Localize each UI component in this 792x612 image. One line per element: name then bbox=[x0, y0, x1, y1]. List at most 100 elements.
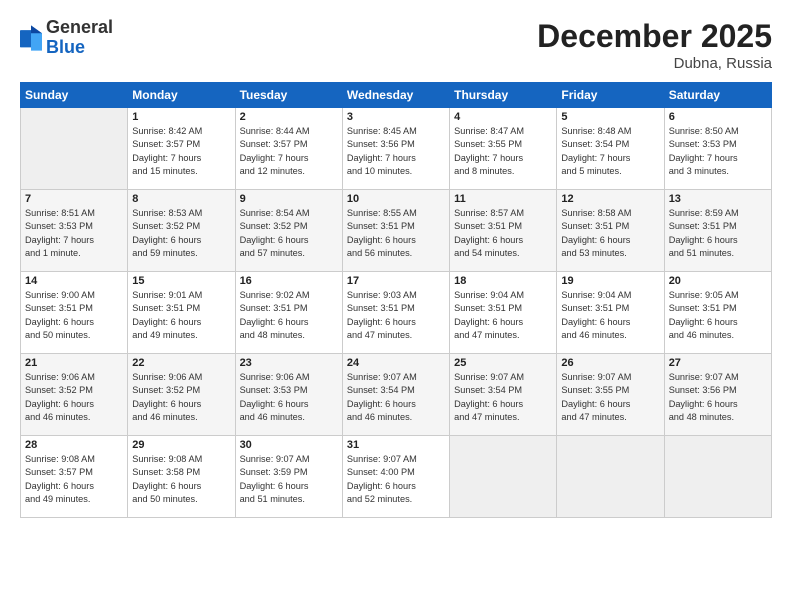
day-info: Sunrise: 9:06 AM Sunset: 3:52 PM Dayligh… bbox=[25, 371, 123, 424]
day-info: Sunrise: 9:02 AM Sunset: 3:51 PM Dayligh… bbox=[240, 289, 338, 342]
table-row bbox=[664, 436, 771, 518]
table-row: 20Sunrise: 9:05 AM Sunset: 3:51 PM Dayli… bbox=[664, 272, 771, 354]
day-info: Sunrise: 8:53 AM Sunset: 3:52 PM Dayligh… bbox=[132, 207, 230, 260]
day-number: 21 bbox=[25, 357, 123, 369]
day-number: 8 bbox=[132, 193, 230, 205]
day-info: Sunrise: 9:07 AM Sunset: 3:55 PM Dayligh… bbox=[561, 371, 659, 424]
table-row bbox=[557, 436, 664, 518]
day-number: 13 bbox=[669, 193, 767, 205]
day-number: 29 bbox=[132, 439, 230, 451]
day-number: 7 bbox=[25, 193, 123, 205]
day-info: Sunrise: 9:00 AM Sunset: 3:51 PM Dayligh… bbox=[25, 289, 123, 342]
day-info: Sunrise: 8:42 AM Sunset: 3:57 PM Dayligh… bbox=[132, 125, 230, 178]
table-row: 31Sunrise: 9:07 AM Sunset: 4:00 PM Dayli… bbox=[342, 436, 449, 518]
day-info: Sunrise: 9:07 AM Sunset: 3:54 PM Dayligh… bbox=[454, 371, 552, 424]
logo-text: General Blue bbox=[46, 18, 113, 58]
table-row: 6Sunrise: 8:50 AM Sunset: 3:53 PM Daylig… bbox=[664, 108, 771, 190]
day-number: 30 bbox=[240, 439, 338, 451]
location-subtitle: Dubna, Russia bbox=[537, 55, 772, 72]
calendar-week-2: 7 Sunrise: 8:51 AM Sunset: 3:53 PM Daylig… bbox=[21, 190, 772, 272]
day-info: Sunrise: 8:57 AM Sunset: 3:51 PM Dayligh… bbox=[454, 207, 552, 260]
logo: General Blue bbox=[20, 18, 113, 58]
calendar-week-1: 1 Sunrise: 8:42 AM Sunset: 3:57 PM Daylig… bbox=[21, 108, 772, 190]
table-row: 11 Sunrise: 8:57 AM Sunset: 3:51 PM Dayli… bbox=[450, 190, 557, 272]
title-block: December 2025 Dubna, Russia bbox=[537, 18, 772, 72]
day-number: 20 bbox=[669, 275, 767, 287]
col-wednesday: Wednesday bbox=[342, 83, 449, 108]
calendar-week-5: 28 Sunrise: 9:08 AM Sunset: 3:57 PM Dayli… bbox=[21, 436, 772, 518]
day-number: 6 bbox=[669, 111, 767, 123]
table-row: 13 Sunrise: 8:59 AM Sunset: 3:51 PM Dayli… bbox=[664, 190, 771, 272]
day-number: 19 bbox=[561, 275, 659, 287]
day-info: Sunrise: 9:07 AM Sunset: 3:59 PM Dayligh… bbox=[240, 453, 338, 506]
col-friday: Friday bbox=[557, 83, 664, 108]
day-info: Sunrise: 8:51 AM Sunset: 3:53 PM Dayligh… bbox=[25, 207, 123, 260]
table-row: 10 Sunrise: 8:55 AM Sunset: 3:51 PM Dayli… bbox=[342, 190, 449, 272]
header-row: Sunday Monday Tuesday Wednesday Thursday… bbox=[21, 83, 772, 108]
day-info: Sunrise: 9:07 AM Sunset: 4:00 PM Dayligh… bbox=[347, 453, 445, 506]
table-row: 15Sunrise: 9:01 AM Sunset: 3:51 PM Dayli… bbox=[128, 272, 235, 354]
day-info: Sunrise: 8:59 AM Sunset: 3:51 PM Dayligh… bbox=[669, 207, 767, 260]
table-row: 30 Sunrise: 9:07 AM Sunset: 3:59 PM Dayli… bbox=[235, 436, 342, 518]
day-number: 16 bbox=[240, 275, 338, 287]
day-number: 27 bbox=[669, 357, 767, 369]
table-row: 2 Sunrise: 8:44 AM Sunset: 3:57 PM Daylig… bbox=[235, 108, 342, 190]
day-info: Sunrise: 8:54 AM Sunset: 3:52 PM Dayligh… bbox=[240, 207, 338, 260]
col-sunday: Sunday bbox=[21, 83, 128, 108]
table-row: 7 Sunrise: 8:51 AM Sunset: 3:53 PM Daylig… bbox=[21, 190, 128, 272]
day-info: Sunrise: 8:45 AM Sunset: 3:56 PM Dayligh… bbox=[347, 125, 445, 178]
day-number: 26 bbox=[561, 357, 659, 369]
table-row: 24Sunrise: 9:07 AM Sunset: 3:54 PM Dayli… bbox=[342, 354, 449, 436]
day-info: Sunrise: 8:55 AM Sunset: 3:51 PM Dayligh… bbox=[347, 207, 445, 260]
day-info: Sunrise: 9:07 AM Sunset: 3:56 PM Dayligh… bbox=[669, 371, 767, 424]
table-row: 4Sunrise: 8:47 AM Sunset: 3:55 PM Daylig… bbox=[450, 108, 557, 190]
day-number: 15 bbox=[132, 275, 230, 287]
day-info: Sunrise: 9:03 AM Sunset: 3:51 PM Dayligh… bbox=[347, 289, 445, 342]
day-number: 2 bbox=[240, 111, 338, 123]
table-row: 5 Sunrise: 8:48 AM Sunset: 3:54 PM Daylig… bbox=[557, 108, 664, 190]
day-number: 10 bbox=[347, 193, 445, 205]
day-number: 28 bbox=[25, 439, 123, 451]
day-info: Sunrise: 9:06 AM Sunset: 3:52 PM Dayligh… bbox=[132, 371, 230, 424]
table-row: 19Sunrise: 9:04 AM Sunset: 3:51 PM Dayli… bbox=[557, 272, 664, 354]
day-number: 9 bbox=[240, 193, 338, 205]
header: General Blue December 2025 Dubna, Russia bbox=[20, 18, 772, 72]
logo-icon bbox=[20, 24, 42, 52]
day-info: Sunrise: 8:44 AM Sunset: 3:57 PM Dayligh… bbox=[240, 125, 338, 178]
day-info: Sunrise: 9:04 AM Sunset: 3:51 PM Dayligh… bbox=[454, 289, 552, 342]
col-monday: Monday bbox=[128, 83, 235, 108]
table-row bbox=[450, 436, 557, 518]
logo-general: General bbox=[46, 18, 113, 38]
day-number: 1 bbox=[132, 111, 230, 123]
day-number: 5 bbox=[561, 111, 659, 123]
day-number: 22 bbox=[132, 357, 230, 369]
table-row: 1 Sunrise: 8:42 AM Sunset: 3:57 PM Daylig… bbox=[128, 108, 235, 190]
day-number: 23 bbox=[240, 357, 338, 369]
day-number: 14 bbox=[25, 275, 123, 287]
day-info: Sunrise: 9:07 AM Sunset: 3:54 PM Dayligh… bbox=[347, 371, 445, 424]
day-info: Sunrise: 8:58 AM Sunset: 3:51 PM Dayligh… bbox=[561, 207, 659, 260]
table-row: 25 Sunrise: 9:07 AM Sunset: 3:54 PM Dayli… bbox=[450, 354, 557, 436]
table-row: 23Sunrise: 9:06 AM Sunset: 3:53 PM Dayli… bbox=[235, 354, 342, 436]
day-number: 25 bbox=[454, 357, 552, 369]
table-row: 8 Sunrise: 8:53 AM Sunset: 3:52 PM Daylig… bbox=[128, 190, 235, 272]
table-row: 12 Sunrise: 8:58 AM Sunset: 3:51 PM Dayli… bbox=[557, 190, 664, 272]
table-row: 16 Sunrise: 9:02 AM Sunset: 3:51 PM Dayli… bbox=[235, 272, 342, 354]
page: General Blue December 2025 Dubna, Russia… bbox=[0, 0, 792, 612]
table-row: 27 Sunrise: 9:07 AM Sunset: 3:56 PM Dayli… bbox=[664, 354, 771, 436]
table-row: 26 Sunrise: 9:07 AM Sunset: 3:55 PM Dayli… bbox=[557, 354, 664, 436]
table-row: 17 Sunrise: 9:03 AM Sunset: 3:51 PM Dayli… bbox=[342, 272, 449, 354]
day-info: Sunrise: 8:48 AM Sunset: 3:54 PM Dayligh… bbox=[561, 125, 659, 178]
day-number: 17 bbox=[347, 275, 445, 287]
day-number: 4 bbox=[454, 111, 552, 123]
col-tuesday: Tuesday bbox=[235, 83, 342, 108]
day-info: Sunrise: 9:08 AM Sunset: 3:58 PM Dayligh… bbox=[132, 453, 230, 506]
day-number: 12 bbox=[561, 193, 659, 205]
logo-blue: Blue bbox=[46, 38, 113, 58]
day-number: 3 bbox=[347, 111, 445, 123]
day-info: Sunrise: 9:08 AM Sunset: 3:57 PM Dayligh… bbox=[25, 453, 123, 506]
day-number: 11 bbox=[454, 193, 552, 205]
calendar-week-3: 14 Sunrise: 9:00 AM Sunset: 3:51 PM Dayli… bbox=[21, 272, 772, 354]
table-row: 14 Sunrise: 9:00 AM Sunset: 3:51 PM Dayli… bbox=[21, 272, 128, 354]
table-row: 9 Sunrise: 8:54 AM Sunset: 3:52 PM Daylig… bbox=[235, 190, 342, 272]
